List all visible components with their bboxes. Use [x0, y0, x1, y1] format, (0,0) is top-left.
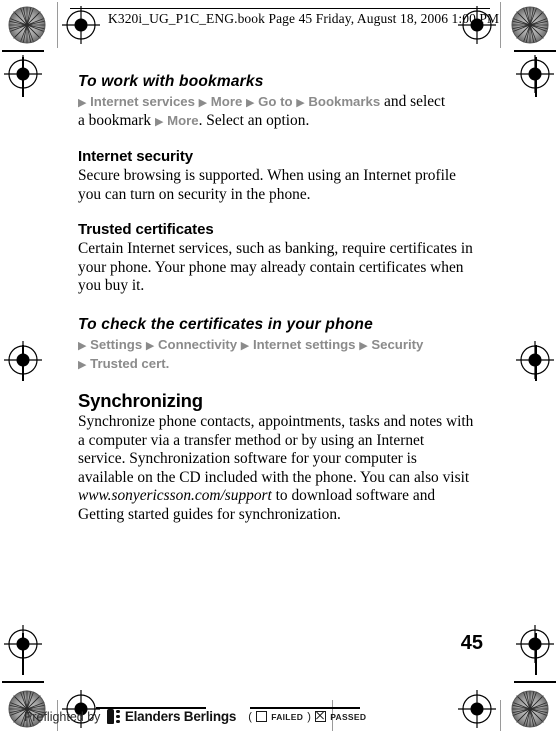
nav-item: Security — [371, 336, 424, 352]
support-url: www.sonyericsson.com/support — [78, 487, 272, 505]
density-target-top-left — [8, 6, 46, 44]
procedure-heading: To check the certificates in your phone — [78, 315, 373, 333]
navigation-path-line-2: a bookmark ▶ More. Select an option. — [78, 112, 474, 131]
failed-label: FAILED — [271, 711, 304, 722]
trim-guide-left — [57, 2, 58, 48]
path-arrow-icon: ▶ — [240, 339, 250, 352]
header-filename-line: K320i_UG_P1C_ENG.book Page 45 Friday, Au… — [108, 11, 500, 27]
page-content: To work with bookmarks ▶ Internet servic… — [78, 72, 474, 525]
path-arrow-icon: ▶ — [78, 358, 87, 371]
trim-guide-right-bottom — [500, 700, 501, 731]
nav-item: Bookmarks — [308, 94, 381, 109]
nav-item: Internet services — [90, 94, 195, 109]
nav-item: Connectivity — [157, 336, 238, 352]
section-trusted-certificates: Trusted certificates Certain Internet se… — [78, 220, 474, 296]
path-tail-text: . Select an option. — [198, 112, 310, 129]
path-tail-text: and select — [380, 93, 446, 110]
crop-line-right-bottom — [535, 633, 537, 675]
section-work-with-bookmarks: To work with bookmarks ▶ Internet servic… — [78, 72, 474, 131]
nav-item: Internet settings — [252, 336, 356, 352]
starburst-icon — [511, 690, 549, 728]
logo-dots — [116, 709, 120, 724]
logo-bar — [107, 709, 115, 724]
crop-line-top-left — [2, 50, 44, 52]
paren-close: ) — [307, 710, 312, 723]
paren-open: ( — [248, 710, 253, 723]
procedure-heading: To work with bookmarks — [78, 73, 264, 90]
path-arrow-icon: ▶ — [154, 116, 164, 128]
preflight-status: ( FAILED ) PASSED — [248, 711, 366, 723]
crop-line-left-bottom — [22, 633, 24, 675]
registration-mark-bottom-right — [458, 690, 496, 728]
path-lead-text: a bookmark — [78, 112, 155, 129]
crop-line-right-middle — [535, 345, 537, 381]
body-text-part-1: Synchronize phone contacts, appointments… — [78, 412, 474, 486]
path-arrow-icon: ▶ — [245, 97, 255, 109]
crop-line-left-middle — [22, 345, 24, 381]
nav-item: More — [167, 113, 199, 128]
page-number: 45 — [460, 632, 483, 654]
nav-item: Trusted cert. — [90, 355, 170, 371]
starburst-icon — [8, 6, 46, 44]
section-internet-security: Internet security Secure browsing is sup… — [78, 147, 474, 204]
section-synchronizing: Synchronizing Synchronize phone contacts… — [78, 390, 474, 525]
path-arrow-icon: ▶ — [198, 97, 208, 109]
path-arrow-icon: ▶ — [296, 97, 305, 109]
path-arrow-icon: ▶ — [359, 339, 368, 352]
section-check-certificates: To check the certificates in your phone … — [78, 315, 474, 374]
subsection-heading: Trusted certificates — [78, 221, 214, 239]
preflighted-by-label: Preflighted by — [24, 709, 101, 724]
crop-line-bottom-left — [2, 681, 44, 683]
section-heading: Synchronizing — [78, 389, 203, 411]
nav-item: Go to — [258, 94, 293, 109]
elanders-logo-icon — [107, 709, 120, 724]
navigation-path-line-1: ▶ Internet services ▶ More ▶ Go to ▶ Boo… — [78, 93, 474, 112]
navigation-path-line-1: ▶ Settings ▶ Connectivity ▶ Internet set… — [78, 336, 474, 355]
preflight-stamp: Preflighted by Elanders Berlings ( FAILE… — [24, 709, 366, 724]
path-arrow-icon: ▶ — [78, 339, 87, 352]
path-arrow-icon: ▶ — [145, 339, 155, 352]
failed-checkbox — [256, 711, 268, 722]
nav-item: Settings — [90, 336, 143, 352]
passed-checkbox — [315, 711, 327, 722]
density-target-bottom-right — [511, 690, 549, 728]
document-header: K320i_UG_P1C_ENG.book Page 45 Friday, Au… — [70, 8, 540, 27]
body-paragraph: Synchronize phone contacts, appointments… — [78, 413, 474, 525]
preflight-brand-name: Elanders Berlings — [124, 709, 237, 724]
crop-line-right-top — [535, 57, 537, 97]
crop-line-bottom-right — [514, 681, 556, 683]
path-arrow-icon: ▶ — [78, 97, 87, 109]
registration-target-icon — [458, 690, 496, 728]
crop-line-top-right — [514, 50, 556, 52]
navigation-path-line-2: ▶ Trusted cert. — [78, 355, 474, 374]
crop-line-left-top — [22, 57, 24, 97]
subsection-heading: Internet security — [78, 148, 194, 165]
nav-item: More — [210, 94, 243, 109]
body-paragraph: Secure browsing is supported. When using… — [78, 167, 456, 203]
passed-label: PASSED — [330, 711, 367, 722]
body-paragraph: Certain Internet services, such as banki… — [78, 240, 473, 295]
